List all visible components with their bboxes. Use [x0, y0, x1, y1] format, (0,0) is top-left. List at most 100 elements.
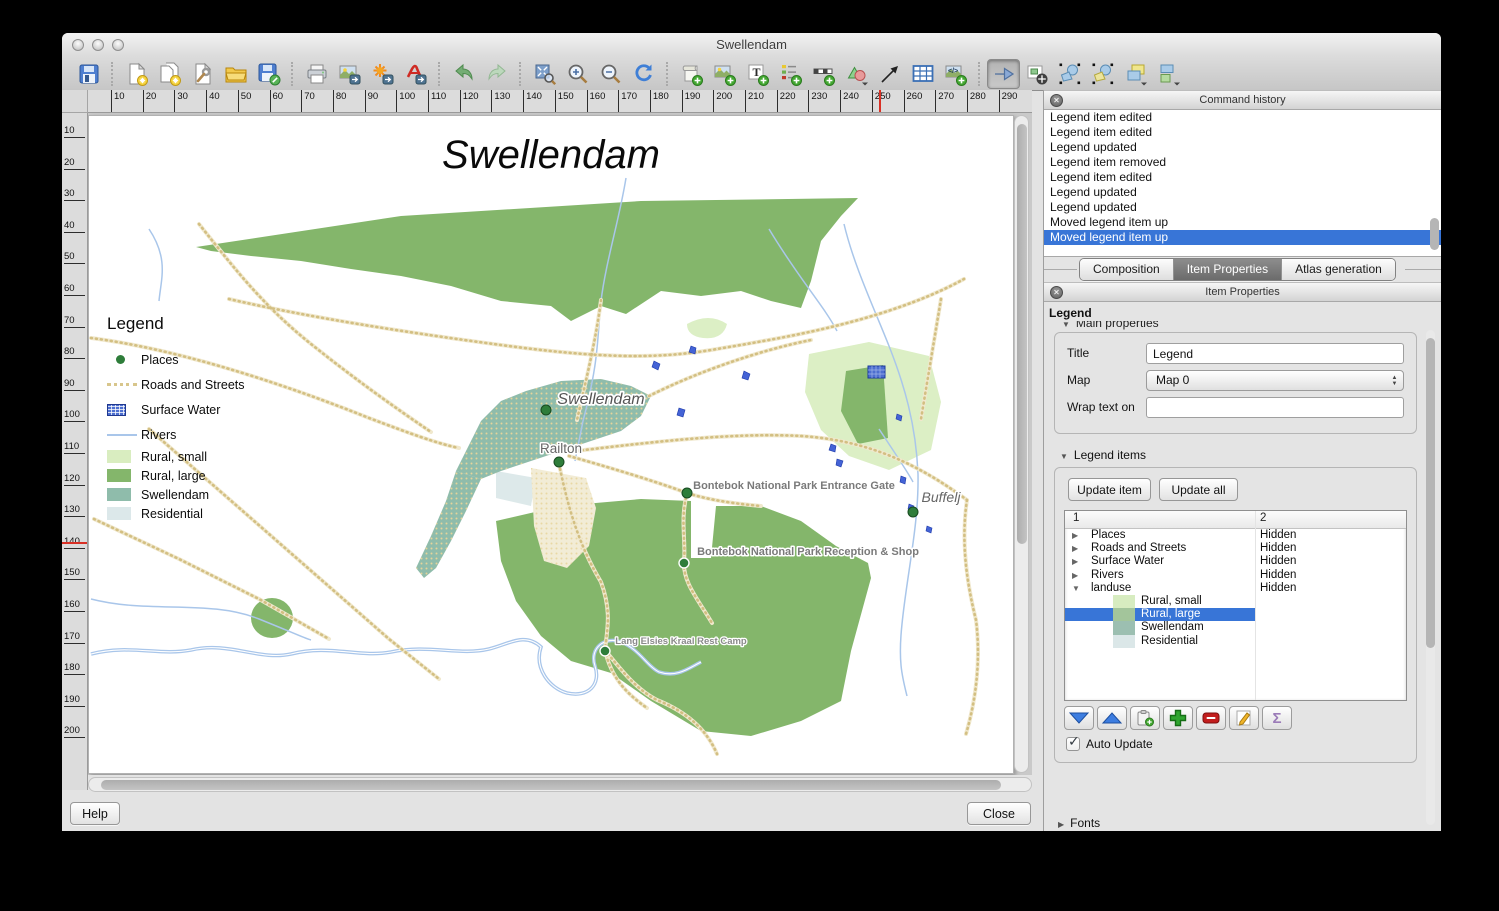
tab-atlas-generation[interactable]: Atlas generation: [1281, 259, 1395, 280]
legend-tree-row[interactable]: Residential: [1065, 634, 1406, 648]
remove-item-button[interactable]: [1196, 706, 1226, 730]
expand-triangle-icon[interactable]: ▶: [1072, 571, 1078, 580]
map-legend[interactable]: Legend Places Roads and Streets Surface Wa…: [107, 314, 297, 523]
history-item[interactable]: Legend updated: [1044, 185, 1441, 200]
legend-tree-row[interactable]: ▶ Surface Water Hidden: [1065, 555, 1406, 568]
legend-tree-row[interactable]: Rural, small: [1065, 594, 1406, 609]
legend-items-section-header[interactable]: ▼ Legend items: [1060, 448, 1146, 462]
group-items-button[interactable]: [1053, 59, 1086, 89]
zoom-in-button[interactable]: [561, 59, 594, 89]
item-properties-scroll-thumb[interactable]: [1426, 338, 1435, 648]
add-new-map-button[interactable]: [675, 59, 708, 89]
history-item[interactable]: Legend item edited: [1044, 170, 1441, 185]
add-new-scalebar-button[interactable]: [807, 59, 840, 89]
tree-column-2: 2: [1260, 512, 1267, 524]
tab-item-properties[interactable]: Item Properties: [1172, 259, 1282, 280]
save-as-template-button[interactable]: [252, 59, 285, 89]
count-features-button[interactable]: Σ: [1262, 706, 1292, 730]
load-from-template-button[interactable]: [219, 59, 252, 89]
expand-triangle-icon[interactable]: ▶: [1072, 544, 1078, 553]
move-item-up-button[interactable]: [1097, 706, 1127, 730]
legend-tree-row[interactable]: ▶ Roads and Streets Hidden: [1065, 542, 1406, 555]
fonts-section-header[interactable]: ▶ Fonts: [1058, 816, 1100, 830]
auto-update-checkbox[interactable]: ✓: [1066, 733, 1080, 751]
main-properties-section-header[interactable]: ▼ Main properties: [1062, 321, 1262, 331]
legend-tree-row[interactable]: ▶ Rivers Hidden: [1065, 569, 1406, 582]
help-button[interactable]: Help: [70, 802, 120, 825]
wrap-text-input[interactable]: [1146, 397, 1404, 418]
composition-page[interactable]: Swellendam Swellendam Railton Bontebok N…: [88, 115, 1014, 774]
add-image-button[interactable]: [708, 59, 741, 89]
item-properties-scrollbar[interactable]: [1426, 330, 1435, 825]
ruler-tick: 20: [142, 90, 156, 112]
history-item[interactable]: Legend updated: [1044, 140, 1441, 155]
update-item-button[interactable]: Update item: [1068, 478, 1151, 501]
expand-triangle-icon[interactable]: ▶: [1072, 557, 1078, 566]
map-legend-item: Roads and Streets: [107, 372, 297, 397]
tree-item-label: Residential: [1141, 634, 1198, 647]
add-basic-shape-button[interactable]: [840, 59, 873, 89]
move-item-content-button[interactable]: [1020, 59, 1053, 89]
map-legend-label: Roads and Streets: [141, 377, 245, 392]
map-legend-label: Swellendam: [141, 487, 210, 502]
add-new-label-button[interactable]: T: [741, 59, 774, 89]
history-item[interactable]: Legend updated: [1044, 200, 1441, 215]
swatch-symbol: [107, 450, 141, 463]
history-item[interactable]: Legend item edited: [1044, 110, 1441, 125]
ruler-corner: [62, 90, 88, 113]
legend-tree-row[interactable]: ▶ Places Hidden: [1065, 529, 1406, 542]
export-as-pdf-button[interactable]: [399, 59, 432, 89]
new-composition-button[interactable]: [120, 59, 153, 89]
move-item-down-button[interactable]: [1064, 706, 1094, 730]
refresh-view-button[interactable]: [627, 59, 660, 89]
command-history-rows: Legend item edited Legend item edited Lege…: [1044, 110, 1441, 245]
legend-tree-row[interactable]: Rural, large: [1065, 608, 1406, 622]
composer-manager-button[interactable]: [186, 59, 219, 89]
add-arrow-button[interactable]: [873, 59, 906, 89]
redo-button[interactable]: [480, 59, 513, 89]
add-attribute-table-button[interactable]: [906, 59, 939, 89]
vertical-scroll-thumb[interactable]: [1016, 124, 1027, 544]
history-item[interactable]: Legend item edited: [1044, 125, 1441, 140]
zoom-out-button[interactable]: [594, 59, 627, 89]
edit-item-button[interactable]: [1229, 706, 1259, 730]
add-new-legend-button[interactable]: [774, 59, 807, 89]
collapse-triangle-icon: ▼: [1060, 452, 1068, 461]
item-properties-header: ✕ Item Properties: [1044, 282, 1441, 302]
raise-selected-items-button[interactable]: [1119, 59, 1152, 89]
align-selected-items-button[interactable]: [1152, 59, 1185, 89]
map-select[interactable]: Map 0 ▲ ▼: [1146, 370, 1404, 391]
select-move-item-button[interactable]: [987, 58, 1020, 89]
save-project-button[interactable]: [72, 59, 105, 89]
history-item[interactable]: Moved legend item up: [1044, 215, 1441, 230]
undo-button[interactable]: [447, 59, 480, 89]
map-legend-item: Surface Water: [107, 397, 297, 422]
ungroup-items-button[interactable]: [1086, 59, 1119, 89]
print-button[interactable]: [300, 59, 333, 89]
canvas-horizontal-scrollbar[interactable]: [88, 777, 1032, 792]
collapse-triangle-icon[interactable]: ▼: [1072, 584, 1080, 593]
zoom-full-button[interactable]: [528, 59, 561, 89]
add-html-frame-button[interactable]: </>: [939, 59, 972, 89]
canvas-vertical-scrollbar[interactable]: [1014, 115, 1029, 773]
export-as-svg-button[interactable]: [366, 59, 399, 89]
legend-tree-row[interactable]: Swellendam: [1065, 621, 1406, 635]
history-item[interactable]: Legend item removed: [1044, 155, 1441, 170]
legend-title-input[interactable]: [1146, 343, 1404, 364]
ruler-tick: 230: [808, 90, 827, 112]
horizontal-scroll-thumb[interactable]: [101, 779, 1001, 790]
export-as-image-button[interactable]: [333, 59, 366, 89]
expand-triangle-icon[interactable]: ▶: [1072, 531, 1078, 540]
history-item[interactable]: Moved legend item up: [1044, 230, 1441, 245]
add-group-button[interactable]: [1130, 706, 1160, 730]
composer-canvas[interactable]: Swellendam Swellendam Railton Bontebok N…: [88, 113, 1032, 775]
update-all-button[interactable]: Update all: [1159, 478, 1238, 501]
add-item-button[interactable]: [1163, 706, 1193, 730]
tab-composition[interactable]: Composition: [1080, 259, 1173, 280]
title-bar[interactable]: Swellendam: [62, 33, 1441, 56]
legend-tree-row[interactable]: ▼ landuse Hidden: [1065, 582, 1406, 595]
duplicate-composition-button[interactable]: [153, 59, 186, 89]
history-scroll-thumb[interactable]: [1430, 218, 1439, 250]
close-button[interactable]: Close: [967, 802, 1031, 825]
legend-items-tree[interactable]: 1 2 ▶ Places Hidden ▶ Roads and Streets Hidde…: [1064, 510, 1407, 701]
